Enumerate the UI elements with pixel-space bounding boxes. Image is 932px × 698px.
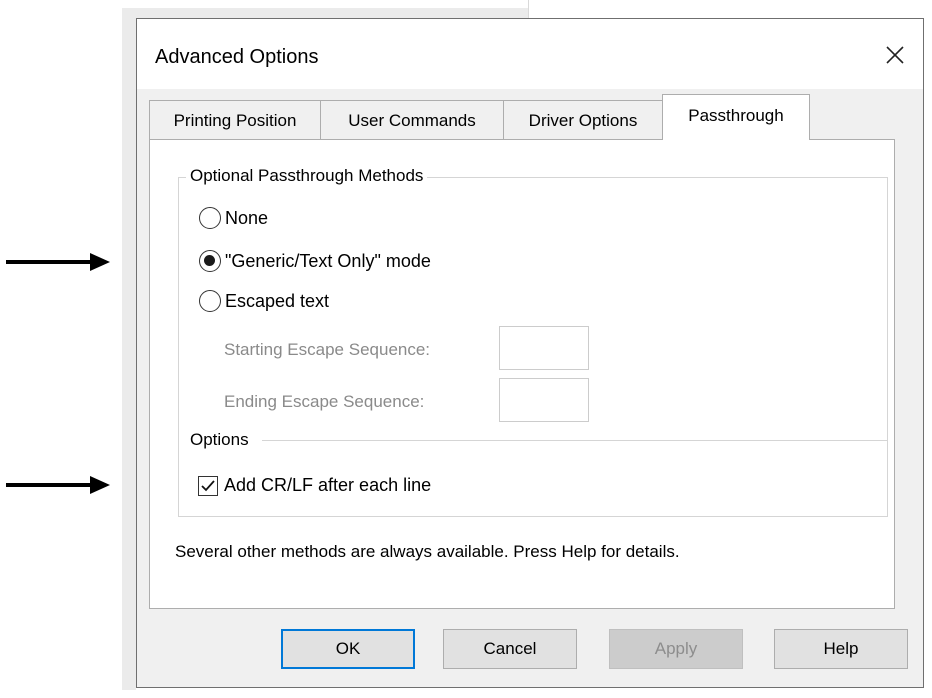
info-text: Several other methods are always availab… — [175, 542, 680, 561]
apply-label: Apply — [654, 639, 698, 658]
options-divider — [262, 440, 888, 441]
radio-generic-text-only[interactable]: "Generic/Text Only" mode — [199, 250, 431, 272]
right-arrow-icon — [6, 476, 110, 494]
window-shadow-left — [122, 14, 136, 690]
passthrough-panel: Optional Passthrough Methods None "Gener… — [149, 139, 895, 609]
ending-escape-input[interactable] — [499, 378, 589, 422]
options-group-label: Options — [186, 430, 253, 450]
tab-label: Driver Options — [528, 110, 638, 130]
radio-label: "Generic/Text Only" mode — [225, 250, 431, 271]
radio-button[interactable] — [199, 290, 221, 312]
cancel-button[interactable]: Cancel — [443, 629, 577, 669]
radio-button[interactable] — [199, 207, 221, 229]
checkmark-icon — [201, 479, 215, 491]
checkbox[interactable] — [198, 475, 218, 496]
starting-escape-label: Starting Escape Sequence: — [224, 340, 431, 359]
cancel-label: Cancel — [483, 639, 537, 658]
tab-printing-position[interactable]: Printing Position — [149, 100, 321, 140]
ok-label: OK — [335, 639, 361, 658]
apply-button[interactable]: Apply — [609, 629, 743, 669]
right-arrow-icon — [6, 253, 110, 271]
advanced-options-dialog: Advanced Options Printing Position User … — [136, 18, 924, 688]
tab-label: Passthrough — [688, 105, 784, 125]
tab-user-commands[interactable]: User Commands — [320, 100, 504, 140]
radio-button[interactable] — [199, 250, 221, 272]
methods-group-label: Optional Passthrough Methods — [186, 166, 428, 186]
radio-label: Escaped text — [225, 290, 330, 311]
radio-none[interactable]: None — [199, 207, 268, 229]
ending-escape-label: Ending Escape Sequence: — [224, 392, 425, 411]
help-label: Help — [823, 639, 859, 658]
starting-escape-input[interactable] — [499, 326, 589, 370]
add-crlf-checkbox[interactable]: Add CR/LF after each line — [198, 475, 431, 496]
help-button[interactable]: Help — [774, 629, 908, 669]
tab-label: Printing Position — [173, 110, 297, 130]
ok-button[interactable]: OK — [281, 629, 415, 669]
window-shadow-top — [122, 8, 528, 18]
checkbox-label: Add CR/LF after each line — [224, 475, 432, 495]
close-x-icon — [886, 46, 904, 64]
tab-label: User Commands — [348, 110, 476, 130]
radio-escaped-text[interactable]: Escaped text — [199, 290, 329, 312]
tab-driver-options[interactable]: Driver Options — [503, 100, 663, 140]
dialog-title: Advanced Options — [155, 46, 319, 68]
close-button[interactable] — [871, 33, 919, 77]
radio-label: None — [225, 207, 269, 228]
title-bar: Advanced Options — [137, 19, 923, 89]
tab-passthrough[interactable]: Passthrough — [662, 94, 810, 140]
